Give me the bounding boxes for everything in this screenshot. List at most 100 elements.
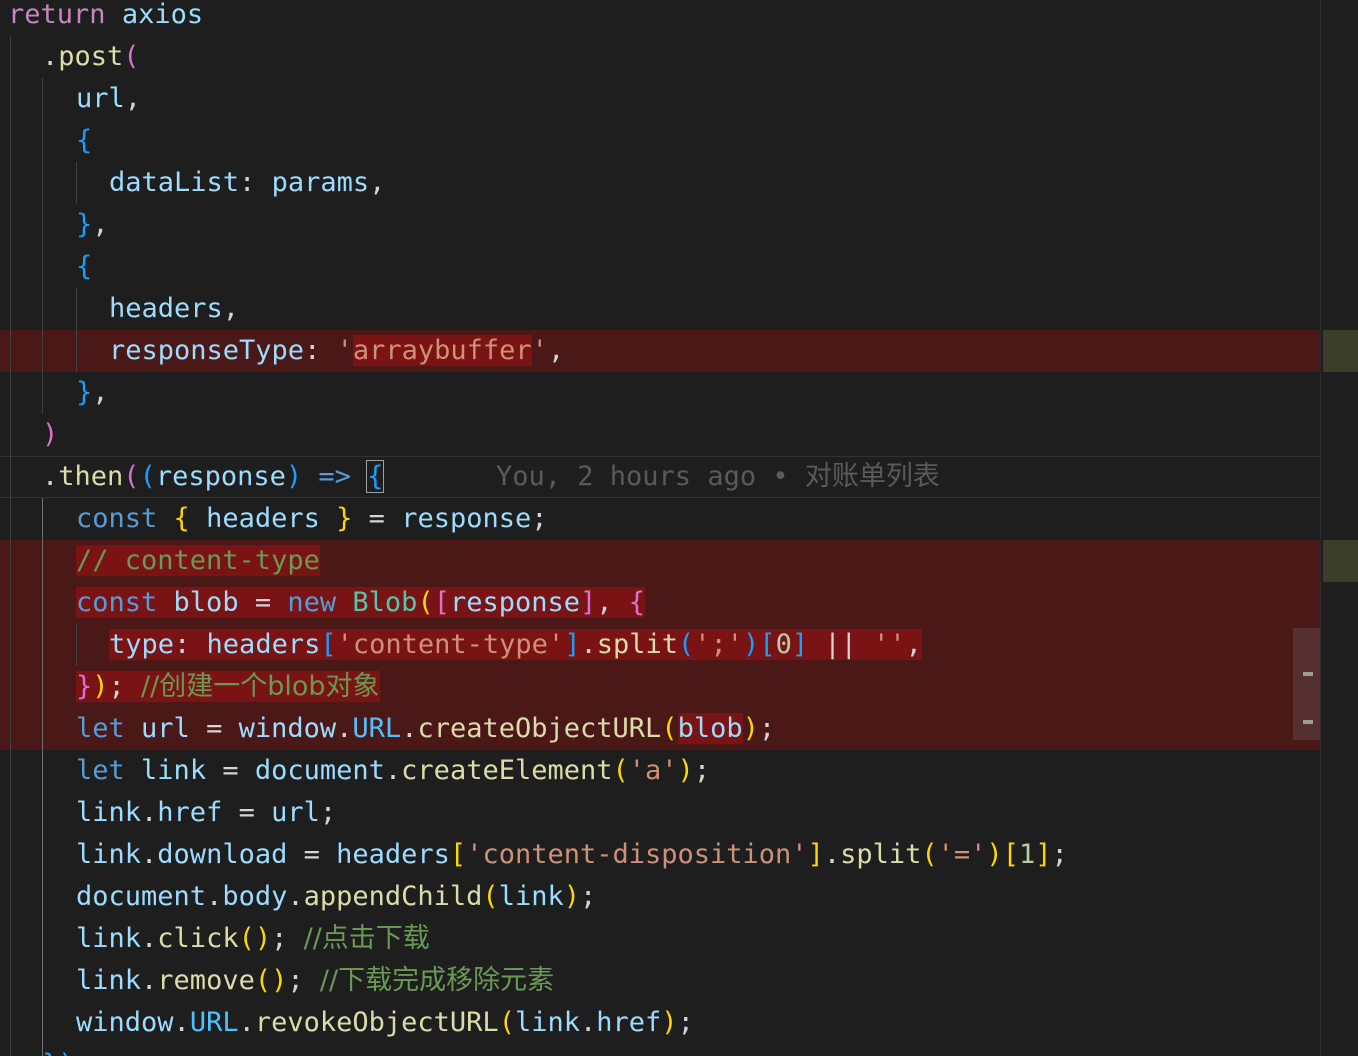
identifier-link: link [76,797,142,828]
method-post: post [58,41,124,72]
punctuation: , [547,335,565,366]
code-line-23[interactable]: link.click(); //点击下载 [76,918,1320,960]
code-line-25[interactable]: window.URL.revokeObjectURL(link.href); [76,1002,1320,1044]
code-line-15[interactable]: const blob = new Blob([response], { [76,582,1320,624]
identifier-headers: headers [206,503,320,534]
method-createelement: createElement [401,755,613,786]
paren-open: ( [417,587,434,618]
paren-close: ) [563,881,580,912]
semicolon: ; [1051,839,1068,870]
code-line-3[interactable]: url, [76,78,1320,120]
brace-open: { [628,587,646,618]
dot: . [173,1007,190,1038]
method-appendchild: appendChild [303,881,483,912]
parens: () [254,965,288,996]
dot: . [336,713,353,744]
semicolon: ; [271,923,304,954]
code-line-14[interactable]: // content-type [76,540,1320,582]
code-line-7[interactable]: { [76,246,1320,288]
identifier-link: link [141,755,207,786]
string-empty: '' [873,629,906,660]
string-arraybuffer: arraybuffer [352,335,532,366]
code-line-4[interactable]: { [76,120,1320,162]
brace-close: } [76,377,93,408]
code-line-10[interactable]: }, [76,372,1320,414]
arrow: => [302,461,368,492]
dot: . [141,923,158,954]
property-datalist: dataList [109,167,240,198]
code-line-26[interactable]: }) [42,1044,1320,1056]
code-line-1[interactable]: return axios [8,0,1320,36]
code-line-9[interactable]: responseType: 'arraybuffer', [109,330,1320,372]
code-line-12[interactable]: .then((response) => {You, 2 hours ago • … [42,456,1320,498]
paren-open: ( [678,629,695,660]
brace-open: { [173,503,190,534]
property-href: href [157,797,223,828]
dot: . [580,629,597,660]
comment-content-type: // content-type [76,545,320,576]
operator-assign: = [206,755,255,786]
class-blob: Blob [352,587,418,618]
punctuation: , [905,629,922,660]
paren-open: ( [482,881,499,912]
code-line-11[interactable]: ) [42,414,1320,456]
bracket-open: [ [433,587,450,618]
code-line-22[interactable]: document.body.appendChild(link); [76,876,1320,918]
scroll-marker [1303,720,1313,724]
identifier-blob: blob [677,713,743,744]
identifier-window: window [76,1007,174,1038]
semicolon: ; [319,797,337,828]
string-semicolon: ';' [694,629,744,660]
paren-close: ) [42,419,59,450]
paren-open: ( [661,713,678,744]
keyword-return: return [8,0,106,30]
code-line-20[interactable]: link.href = url; [76,792,1320,834]
identifier-url: url [76,83,125,114]
paren-close: ) [986,839,1003,870]
dot: . [401,713,418,744]
paren-close: ) [92,671,109,702]
paren-open: ( [498,1007,515,1038]
code-line-5[interactable]: dataList: params, [109,162,1320,204]
identifier-link: link [498,881,564,912]
semicolon: ; [758,713,776,744]
paren-open: ( [123,461,140,492]
punctuation: , [369,167,386,198]
code-line-21[interactable]: link.download = headers['content-disposi… [76,834,1320,876]
paren-close: ) [743,629,760,660]
code-line-19[interactable]: let link = document.createElement('a'); [76,750,1320,792]
code-line-6[interactable]: }, [76,204,1320,246]
indent-guide [76,162,77,204]
matched-brace-open: { [366,460,385,493]
dot: . [206,881,223,912]
identifier-headers: headers [336,839,450,870]
code-line-18[interactable]: let url = window.URL.createObjectURL(blo… [76,708,1293,750]
git-blame-annotation: You, 2 hours ago • 对账单列表 [496,456,940,498]
operator-assign: = [189,713,239,744]
overview-ruler[interactable] [1320,0,1358,1056]
semicolon: ; [677,1007,694,1038]
code-line-17[interactable]: }); //创建一个blob对象 [76,666,1320,708]
dot: . [141,965,158,996]
colon: : [304,335,337,366]
identifier-headers: headers [206,629,321,660]
editor-scrollbar-slider[interactable] [1293,628,1320,740]
operator-assign: = [238,587,288,618]
property-responsetype: responseType [109,335,305,366]
code-line-13[interactable]: const { headers } = response; [76,498,1320,540]
code-editor[interactable]: return axios .post( url, { dataList: par… [0,0,1320,1056]
operator-assign: = [287,839,337,870]
identifier-link: link [76,923,142,954]
code-line-16[interactable]: type: headers['content-type'].split(';')… [109,624,1293,666]
code-line-24[interactable]: link.remove(); //下载完成移除元素 [76,960,1320,1002]
code-line-8[interactable]: headers, [109,288,1320,330]
operator-or: || [808,629,874,660]
brace-open: { [76,251,93,282]
number-0: 0 [775,629,792,660]
semicolon: ; [287,965,320,996]
identifier-window: window [238,713,337,744]
comment-create-blob: //创建一个blob对象 [141,671,380,702]
code-line-2[interactable]: .post( [42,36,1320,78]
quote: ' [336,335,353,366]
identifier-params: params [271,167,370,198]
